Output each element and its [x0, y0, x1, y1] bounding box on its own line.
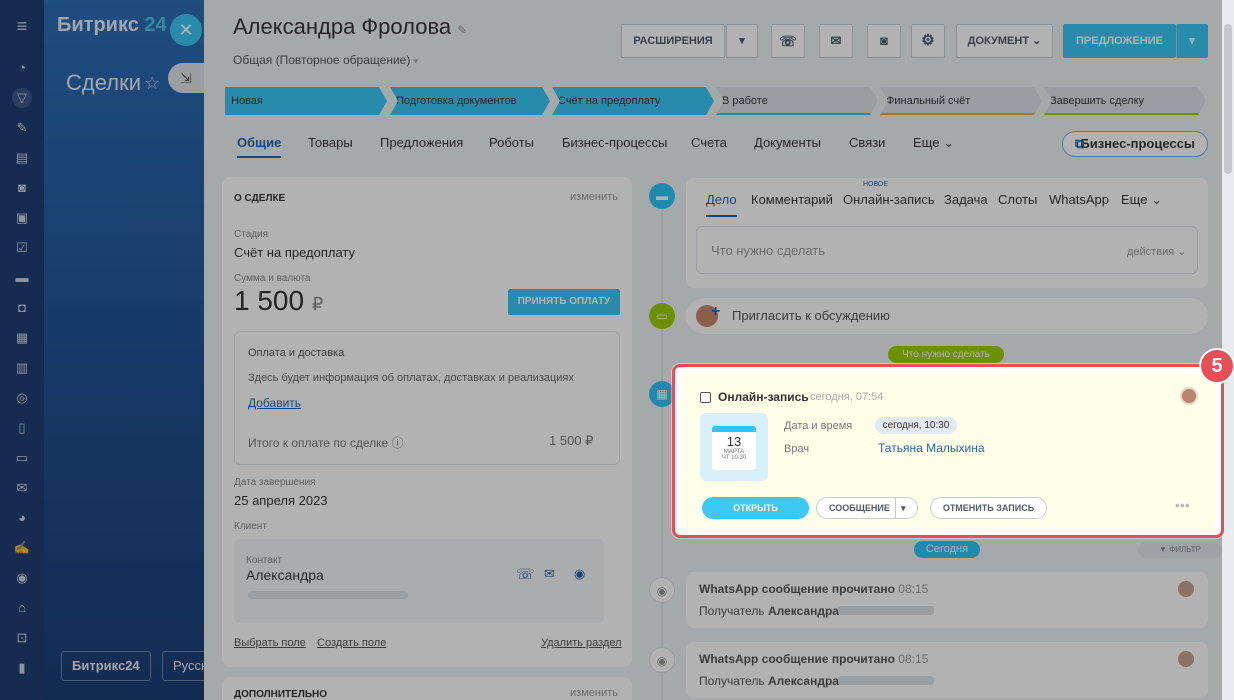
- online-booking-card: Онлайн-запись сегодня, 07:54 13 МАРТА ЧТ…: [672, 364, 1224, 538]
- open-button[interactable]: ОТКРЫТЬ: [702, 497, 809, 519]
- cancel-booking-button[interactable]: ОТМЕНИТЬ ЗАПИСЬ: [930, 497, 1047, 519]
- doctor-link[interactable]: Татьяна Малыхина: [878, 441, 985, 455]
- calendar-badge: 13 МАРТА ЧТ 10:30: [700, 413, 768, 481]
- more-icon[interactable]: •••: [1175, 497, 1190, 513]
- calendar-icon: 13 МАРТА ЧТ 10:30: [712, 426, 756, 470]
- scrollbar-thumb[interactable]: [1224, 24, 1232, 174]
- doctor-label: Врач: [784, 443, 810, 455]
- message-label: СООБЩЕНИЕ: [829, 503, 890, 513]
- cal-time: ЧТ 10:30: [721, 455, 747, 461]
- booking-title: Онлайн-запись: [718, 390, 809, 404]
- step-badge: 5: [1199, 348, 1234, 384]
- booking-time: сегодня, 07:54: [810, 391, 884, 403]
- datetime-value: сегодня, 10:30: [875, 417, 957, 434]
- message-button[interactable]: СООБЩЕНИЕ ▾: [816, 497, 918, 519]
- cal-day: 13: [726, 434, 742, 449]
- booking-card-body: Онлайн-запись сегодня, 07:54 13 МАРТА ЧТ…: [681, 373, 1215, 529]
- complete-checkbox[interactable]: [700, 392, 711, 403]
- avatar: [1180, 387, 1198, 405]
- chevron-down-icon[interactable]: ▾: [895, 498, 906, 518]
- dim-overlay: [0, 0, 1222, 700]
- datetime-label: Дата и время: [784, 420, 853, 432]
